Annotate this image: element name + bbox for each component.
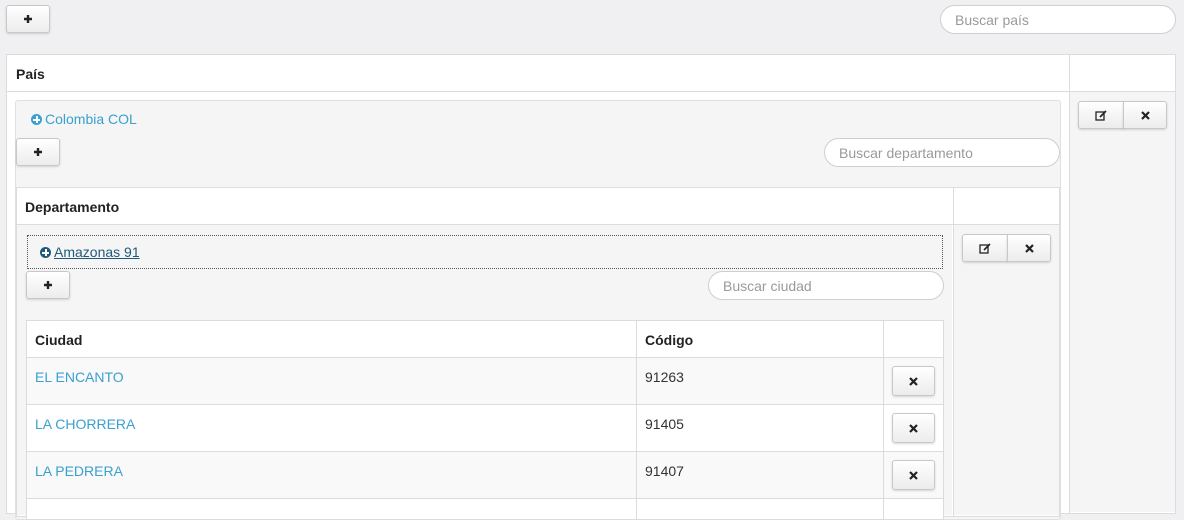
department-link[interactable]: Amazonas 91 xyxy=(40,244,140,260)
close-icon xyxy=(1024,243,1034,253)
department-name[interactable]: Amazonas 91 xyxy=(54,244,140,260)
delete-country-button[interactable] xyxy=(1123,101,1167,129)
city-link[interactable]: LA CHORRERA xyxy=(35,416,135,432)
country-link[interactable]: Colombia COL xyxy=(31,111,137,127)
delete-city-button[interactable] xyxy=(892,460,935,490)
add-country-button[interactable] xyxy=(6,5,50,33)
country-name[interactable]: Colombia COL xyxy=(45,111,137,127)
delete-city-button[interactable] xyxy=(892,366,935,396)
country-header-divider xyxy=(6,91,1176,92)
plus-icon xyxy=(24,15,32,23)
code-column-header: Código xyxy=(645,332,694,348)
row-divider xyxy=(883,405,884,451)
city-column-header: Ciudad xyxy=(35,332,83,348)
city-link[interactable]: LA PEDRERA xyxy=(35,463,123,479)
city-code: 91263 xyxy=(645,369,684,385)
close-icon xyxy=(909,376,918,386)
close-icon xyxy=(1140,110,1150,120)
row-separator xyxy=(26,498,944,499)
close-icon xyxy=(909,423,918,433)
row-divider xyxy=(883,452,884,498)
close-icon xyxy=(909,470,918,480)
plus-circle-icon xyxy=(40,247,51,258)
table-row xyxy=(27,405,943,451)
department-actions-bg xyxy=(954,225,1059,515)
edit-icon xyxy=(1095,109,1107,121)
table-row xyxy=(27,452,943,498)
add-department-button[interactable] xyxy=(16,138,60,166)
row-divider xyxy=(636,452,637,498)
row-divider xyxy=(883,358,884,404)
edit-country-button[interactable] xyxy=(1078,101,1124,129)
row-divider xyxy=(636,358,637,404)
delete-department-button[interactable] xyxy=(1007,234,1051,262)
plus-circle-icon xyxy=(31,114,42,125)
city-link[interactable]: EL ENCANTO xyxy=(35,369,124,385)
add-city-button[interactable] xyxy=(26,271,70,299)
plus-icon xyxy=(34,148,42,156)
edit-department-button[interactable] xyxy=(962,234,1008,262)
table-row xyxy=(27,358,943,404)
city-code: 91407 xyxy=(645,463,684,479)
country-row-actions-bg xyxy=(1070,92,1175,512)
city-code: 91405 xyxy=(645,416,684,432)
department-search-input[interactable] xyxy=(824,138,1060,167)
delete-city-button[interactable] xyxy=(892,413,935,443)
country-column-header: País xyxy=(16,66,45,82)
department-row-focus xyxy=(27,235,943,269)
edit-icon xyxy=(979,242,991,254)
city-search-input[interactable] xyxy=(708,271,944,300)
department-column-header: Departamento xyxy=(25,199,120,215)
country-search-input[interactable] xyxy=(940,5,1176,34)
row-divider xyxy=(636,405,637,451)
plus-icon xyxy=(44,281,52,289)
